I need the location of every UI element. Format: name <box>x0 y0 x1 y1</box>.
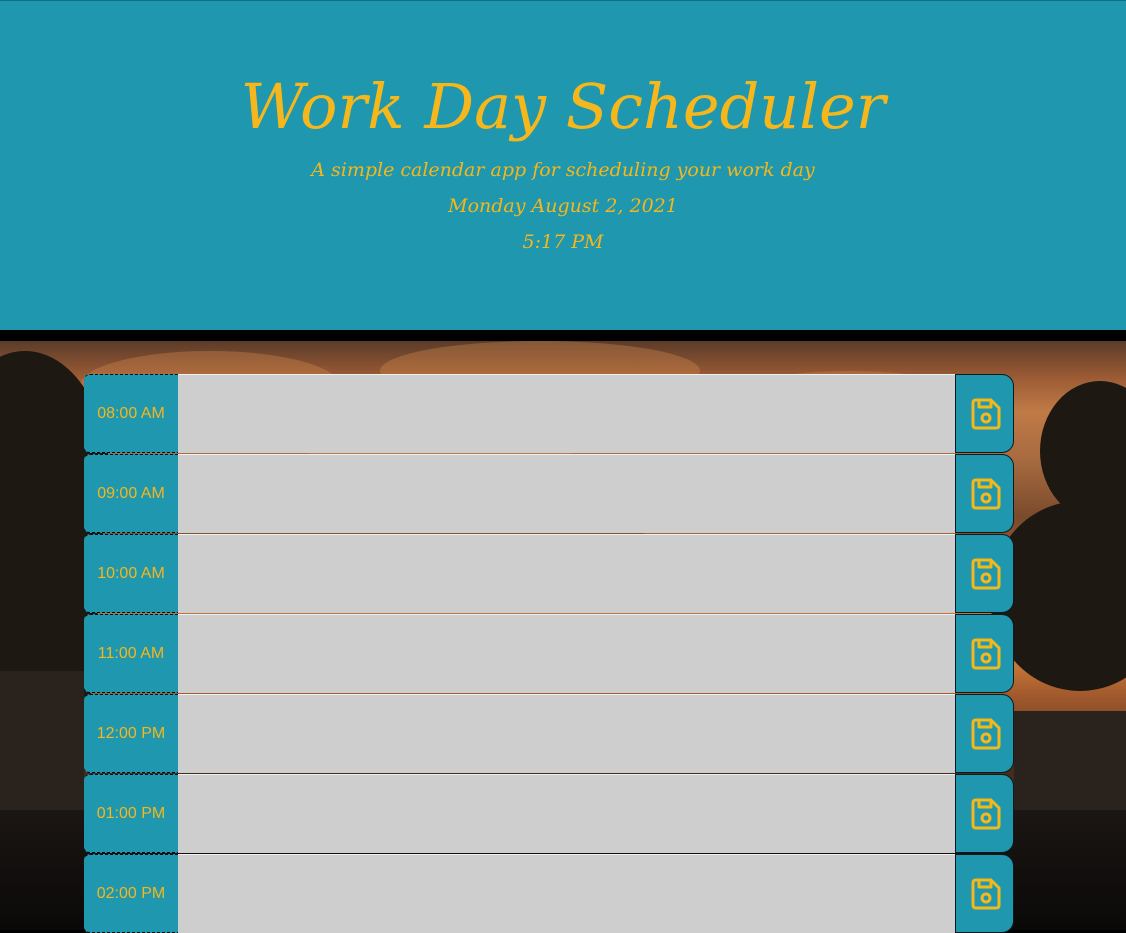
hour-label: 09:00 AM <box>84 454 178 533</box>
save-icon <box>967 636 1003 672</box>
hour-label: 11:00 AM <box>84 614 178 693</box>
save-button[interactable] <box>955 534 1014 613</box>
save-icon <box>967 876 1003 912</box>
hour-label: 12:00 PM <box>84 694 178 773</box>
save-button[interactable] <box>955 374 1014 453</box>
hour-label: 01:00 PM <box>84 774 178 853</box>
time-block-3: 11:00 AM <box>84 614 1014 693</box>
save-button[interactable] <box>955 854 1014 933</box>
save-icon <box>967 396 1003 432</box>
time-block-6: 02:00 PM <box>84 854 1014 933</box>
time-block-2: 10:00 AM <box>84 534 1014 613</box>
event-description-input[interactable] <box>178 534 955 613</box>
event-description-input[interactable] <box>178 694 955 773</box>
event-description-input[interactable] <box>178 774 955 853</box>
hour-label: 08:00 AM <box>84 374 178 453</box>
save-button[interactable] <box>955 614 1014 693</box>
current-date: Monday August 2, 2021 <box>448 195 678 217</box>
save-button[interactable] <box>955 454 1014 533</box>
page-subtitle: A simple calendar app for scheduling you… <box>311 159 815 181</box>
save-button[interactable] <box>955 774 1014 853</box>
time-block-0: 08:00 AM <box>84 374 1014 453</box>
page-title: Work Day Scheduler <box>240 70 886 143</box>
save-icon <box>967 716 1003 752</box>
hour-label: 10:00 AM <box>84 534 178 613</box>
save-icon <box>967 476 1003 512</box>
event-description-input[interactable] <box>178 854 955 933</box>
event-description-input[interactable] <box>178 454 955 533</box>
time-block-4: 12:00 PM <box>84 694 1014 773</box>
time-block-1: 09:00 AM <box>84 454 1014 533</box>
header-jumbotron: Work Day Scheduler A simple calendar app… <box>0 0 1126 330</box>
event-description-input[interactable] <box>178 614 955 693</box>
event-description-input[interactable] <box>178 374 955 453</box>
current-time: 5:17 PM <box>522 231 604 253</box>
header-divider <box>0 330 1126 341</box>
save-icon <box>967 796 1003 832</box>
hour-label: 02:00 PM <box>84 854 178 933</box>
save-button[interactable] <box>955 694 1014 773</box>
time-block-5: 01:00 PM <box>84 774 1014 853</box>
save-icon <box>967 556 1003 592</box>
